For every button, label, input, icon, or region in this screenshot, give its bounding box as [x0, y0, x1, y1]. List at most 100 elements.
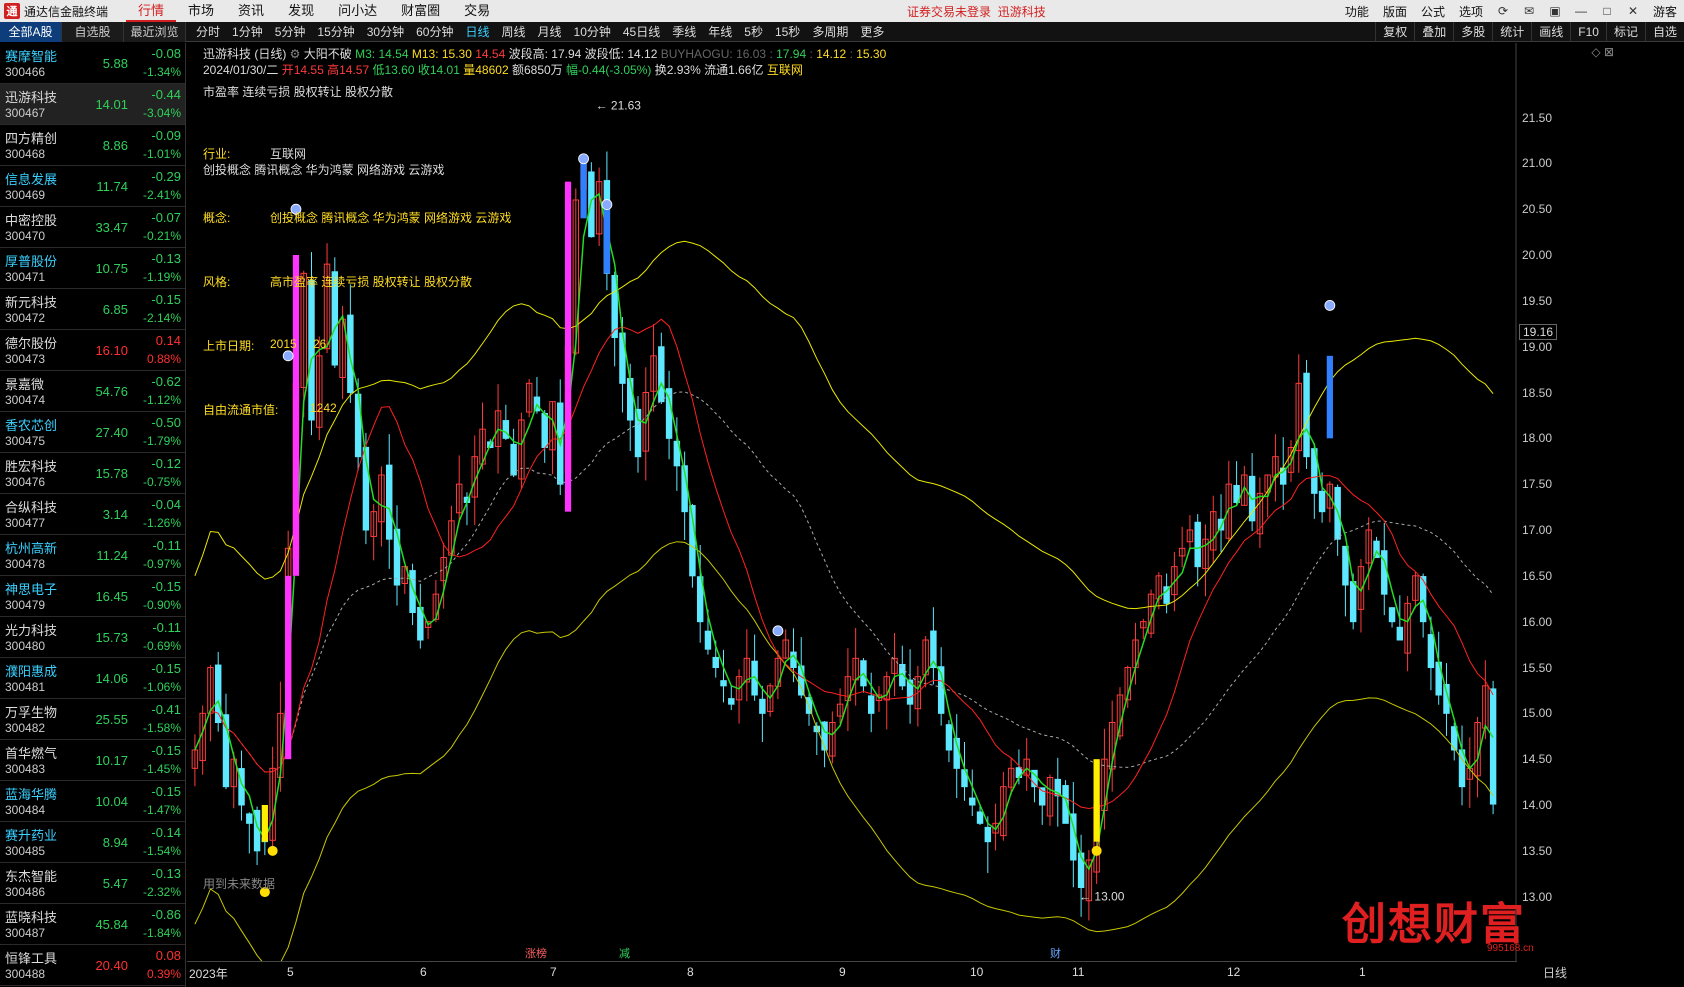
stock-name: 香农芯创	[5, 418, 58, 433]
stock-code: 300473	[5, 352, 46, 366]
kline-chart[interactable]: ← 21.63 ← 13.00	[187, 43, 1517, 961]
period-tab-9[interactable]: 10分钟	[568, 22, 617, 42]
stock-row[interactable]: 首华燃气 300483 10.17 -0.15 -1.45%	[0, 740, 185, 781]
stock-code: 300478	[5, 557, 46, 571]
sad-marker-icon	[601, 199, 613, 210]
period-tab-6[interactable]: 日线	[459, 22, 495, 42]
price-tick: 20.00	[1522, 248, 1553, 262]
stock-row[interactable]: 德尔股份 300473 16.10 0.14 0.88%	[0, 330, 185, 371]
period-tab-11[interactable]: 季线	[666, 22, 702, 42]
stock-change: -0.15	[151, 661, 181, 676]
list-tab-1[interactable]: 自选股	[62, 21, 124, 42]
stock-row[interactable]: 蓝海华腾 300484 10.04 -0.15 -1.47%	[0, 781, 185, 822]
list-tab-0[interactable]: 全部A股	[0, 21, 62, 42]
stock-row[interactable]: 万孚生物 300482 25.55 -0.41 -1.58%	[0, 699, 185, 740]
stock-row[interactable]: 濮阳惠成 300481 14.06 -0.15 -1.06%	[0, 658, 185, 699]
menu-item-6[interactable]: 交易	[452, 0, 502, 22]
event-tag-jian[interactable]: 减	[619, 945, 630, 961]
maximize-icon[interactable]: □	[1594, 0, 1620, 22]
stock-row[interactable]: 蓝晓科技 300487 45.84 -0.86 -1.84%	[0, 904, 185, 945]
period-tab-13[interactable]: 5秒	[738, 22, 769, 42]
stock-row[interactable]: 赛升药业 300485 8.94 -0.14 -1.54%	[0, 822, 185, 863]
chart-tool-7[interactable]: 自选	[1644, 22, 1684, 42]
stock-row[interactable]: 中密控股 300470 33.47 -0.07 -0.21%	[0, 207, 185, 248]
chart-tool-4[interactable]: 画线	[1531, 22, 1570, 42]
period-tab-7[interactable]: 周线	[495, 22, 531, 42]
refresh-icon[interactable]: ⟳	[1490, 0, 1516, 22]
chart-tool-1[interactable]: 叠加	[1414, 22, 1453, 42]
period-tab-3[interactable]: 15分钟	[311, 22, 360, 42]
stock-row[interactable]: 杭州高新 300478 11.24 -0.11 -0.97%	[0, 535, 185, 576]
stock-row[interactable]: 四方精创 300468 8.86 -0.09 -1.01%	[0, 125, 185, 166]
trough-label: ← 13.00	[1079, 890, 1125, 904]
stock-code: 300474	[5, 393, 46, 407]
stock-row[interactable]: 信息发展 300469 11.74 -0.29 -2.41%	[0, 166, 185, 207]
kline-chart-area[interactable]: 迅游科技 (日线) ⚙ 大阳不破 M3: 14.54 M13: 15.30 14…	[187, 43, 1684, 987]
event-tag-cai[interactable]: 财	[1050, 945, 1061, 961]
stock-row[interactable]: 厚普股份 300471 10.75 -0.13 -1.19%	[0, 248, 185, 289]
stock-row[interactable]: 恒锋工具 300488 20.40 0.08 0.39%	[0, 945, 185, 986]
close-panel-icon[interactable]: ⊠	[1604, 45, 1614, 59]
stock-change: -0.08	[151, 46, 181, 61]
stock-row[interactable]: 新元科技 300472 6.85 -0.15 -2.14%	[0, 289, 185, 330]
diamond-icon[interactable]: ◇	[1591, 45, 1600, 59]
menu-item-2[interactable]: 资讯	[226, 0, 276, 22]
stock-row[interactable]: 合纵科技 300477 3.14 -0.04 -1.26%	[0, 494, 185, 535]
chart-tool-6[interactable]: 标记	[1605, 22, 1645, 42]
info-style: 风格: 高市盈率 连续亏损 股权转让 股权分散	[203, 275, 473, 289]
period-tab-0[interactable]: 分时	[190, 22, 226, 42]
stock-price: 10.04	[95, 794, 128, 809]
date-axis: 2023年 5 6 7 8 9 10 11 12 1	[187, 961, 1517, 981]
menu-item-4[interactable]: 问小达	[326, 0, 389, 22]
price-tick: 19.50	[1522, 293, 1553, 308]
candle-body	[984, 826, 992, 843]
period-tab-12[interactable]: 年线	[702, 22, 738, 42]
stock-row[interactable]: 香农芯创 300475 27.40 -0.50 -1.79%	[0, 412, 185, 453]
event-tag-zt[interactable]: 涨榜	[525, 945, 547, 961]
shirt-icon[interactable]: ▣	[1542, 0, 1568, 22]
menubar-right-item-1[interactable]: 版面	[1376, 3, 1414, 20]
period-tab-5[interactable]: 60分钟	[410, 22, 459, 42]
period-tab-10[interactable]: 45日线	[617, 22, 666, 42]
candle-body	[712, 656, 719, 669]
period-tab-2[interactable]: 5分钟	[269, 22, 312, 42]
stock-row[interactable]: 景嘉微 300474 54.76 -0.62 -1.12%	[0, 371, 185, 412]
candle-body	[945, 724, 953, 751]
close-icon[interactable]: ✕	[1620, 0, 1646, 22]
menu-item-5[interactable]: 财富圈	[389, 0, 452, 22]
period-tab-16[interactable]: 更多	[854, 22, 890, 42]
chart-tool-3[interactable]: 统计	[1492, 22, 1531, 42]
chart-tool-5[interactable]: F10	[1570, 22, 1606, 42]
stock-row[interactable]: 胜宏科技 300476 15.78 -0.12 -0.75%	[0, 453, 185, 494]
menubar-right-item-0[interactable]: 功能	[1338, 3, 1376, 20]
period-tab-8[interactable]: 月线	[532, 22, 568, 42]
chart-tool-2[interactable]: 多股	[1453, 22, 1492, 42]
candle-body	[246, 813, 253, 824]
sad-marker-icon	[1324, 300, 1336, 311]
menu-item-0[interactable]: 行情	[126, 0, 177, 22]
stock-price: 20.40	[95, 958, 128, 973]
menubar-right-item-2[interactable]: 公式	[1414, 3, 1452, 20]
menu-item-1[interactable]: 市场	[176, 0, 226, 22]
guest-label[interactable]: 游客	[1646, 3, 1684, 20]
candle-body	[588, 171, 595, 238]
stock-row[interactable]: 东杰智能 300486 5.47 -0.13 -2.32%	[0, 863, 185, 904]
signal-bar	[1093, 759, 1100, 842]
stock-row[interactable]: 光力科技 300480 15.73 -0.11 -0.69%	[0, 617, 185, 658]
candle-body	[347, 314, 354, 393]
list-tab-2[interactable]: 最近浏览	[124, 21, 186, 42]
period-tab-14[interactable]: 15秒	[769, 22, 806, 42]
chart-tool-0[interactable]: 复权	[1375, 22, 1414, 42]
period-tab-1[interactable]: 1分钟	[226, 22, 269, 42]
stock-row[interactable]: 迅游科技 300467 14.01 -0.44 -3.04%	[0, 84, 185, 125]
minimize-icon[interactable]: —	[1568, 0, 1594, 22]
stock-row[interactable]: 神思电子 300479 16.45 -0.15 -0.90%	[0, 576, 185, 617]
menubar-right-item-3[interactable]: 选项	[1452, 3, 1490, 20]
menu-item-3[interactable]: 发现	[276, 0, 326, 22]
period-tab-4[interactable]: 30分钟	[361, 22, 410, 42]
stock-row[interactable]: 赛摩智能 300466 5.88 -0.08 -1.34%	[0, 43, 185, 84]
period-tab-15[interactable]: 多周期	[806, 22, 854, 42]
sad-marker-icon	[282, 350, 294, 362]
login-status[interactable]: 证券交易未登录 迅游科技	[907, 3, 1046, 20]
mail-icon[interactable]: ✉	[1516, 0, 1542, 22]
